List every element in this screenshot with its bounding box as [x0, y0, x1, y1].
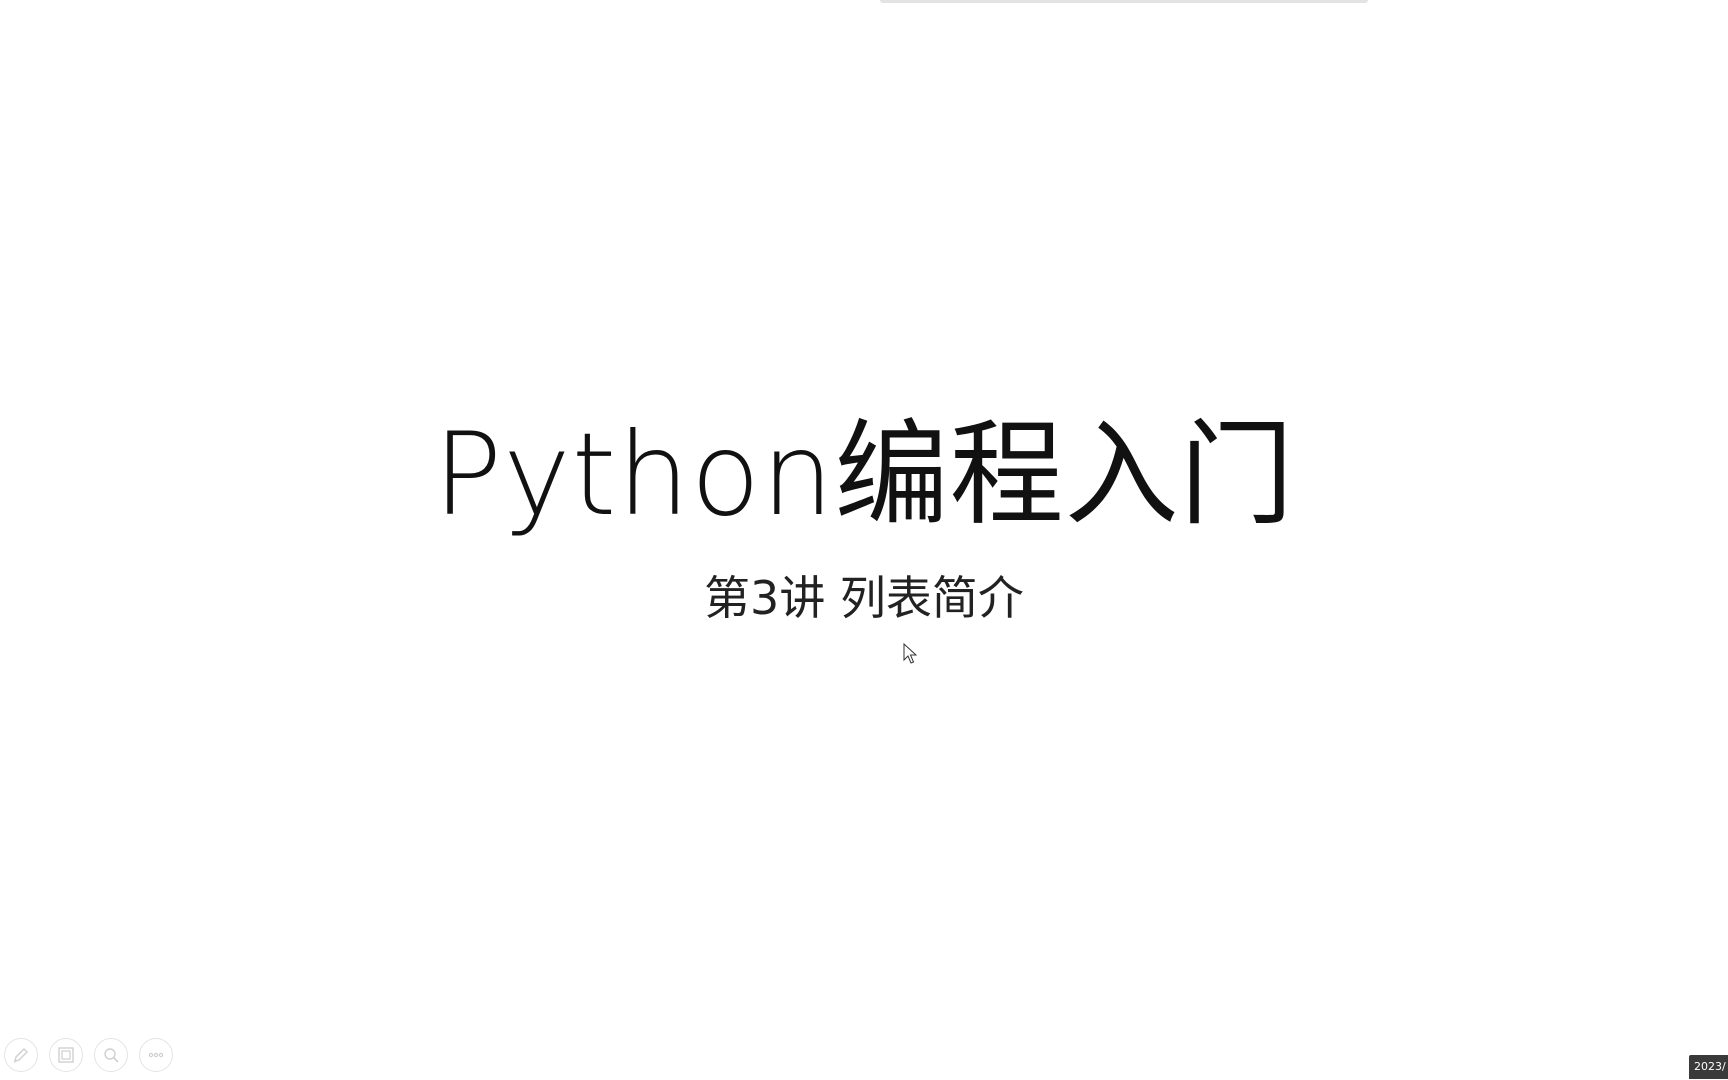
slides-icon: [58, 1047, 74, 1063]
pen-tool-button[interactable]: [4, 1038, 38, 1072]
more-icon: [148, 1052, 164, 1058]
slide-title: Python编程入门: [433, 408, 1295, 541]
pen-icon: [13, 1048, 28, 1063]
slide-subtitle: 第3讲 列表简介: [704, 571, 1024, 625]
slideshow-toolbar: [4, 1038, 173, 1072]
magnifier-icon: [104, 1048, 119, 1063]
zoom-button[interactable]: [94, 1038, 128, 1072]
top-edge-strip: [880, 0, 1368, 3]
slides-overview-button[interactable]: [49, 1038, 83, 1072]
slideshow-stage: Python编程入门 第3讲 列表简介 2023/: [0, 0, 1728, 1080]
taskbar-clock[interactable]: 2023/: [1689, 1055, 1728, 1079]
more-options-button[interactable]: [139, 1038, 173, 1072]
mouse-cursor-icon: [903, 643, 917, 664]
